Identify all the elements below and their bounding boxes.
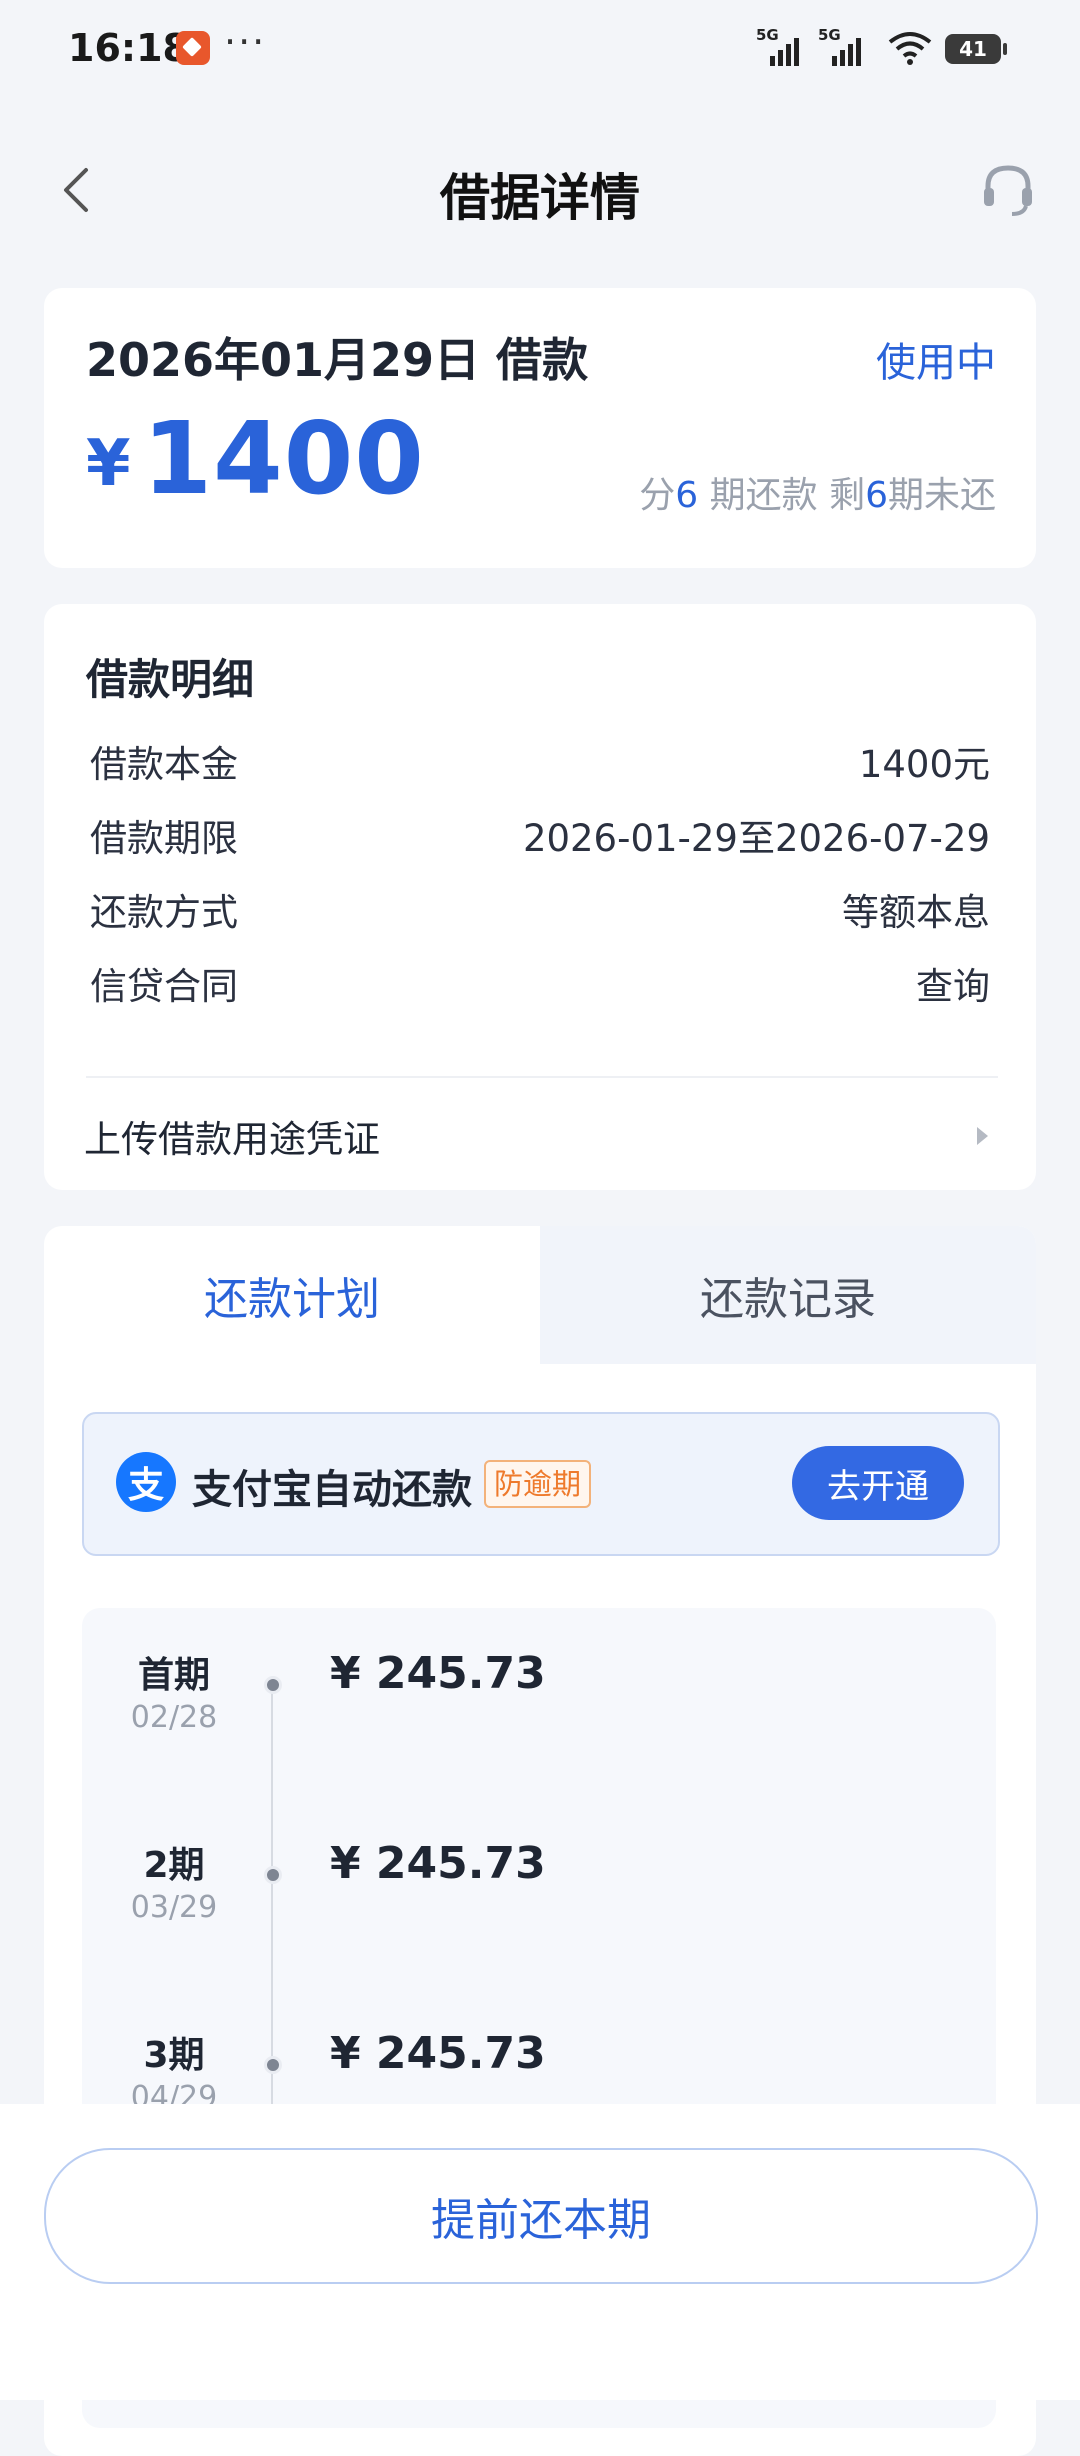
tab-repayment-record[interactable]: 还款记录 bbox=[540, 1226, 1036, 1364]
page-title: 借据详情 bbox=[440, 169, 640, 227]
schedule-period-label: 首期 bbox=[137, 1655, 210, 1696]
contract-query-link[interactable]: 查询 bbox=[916, 956, 990, 1010]
prepay-current-period-button[interactable]: 提前还本期 bbox=[44, 2148, 1038, 2284]
upload-proof-label: 上传借款用途凭证 bbox=[84, 1118, 380, 1161]
tab-repayment-plan[interactable]: 还款计划 bbox=[44, 1226, 540, 1364]
installment-total: 6 bbox=[675, 475, 699, 516]
detail-row-principal: 借款本金 1400元 bbox=[90, 743, 990, 786]
upload-proof-row[interactable]: 上传借款用途凭证 bbox=[84, 1108, 996, 1164]
timeline-dot bbox=[264, 2056, 282, 2074]
currency-symbol: ¥ bbox=[86, 427, 131, 501]
detail-section-title: 借款明细 bbox=[86, 655, 255, 704]
anti-overdue-tag: 防逾期 bbox=[484, 1460, 592, 1508]
loan-amount: ¥1400 bbox=[86, 400, 425, 517]
alipay-icon: 支 bbox=[116, 1452, 176, 1512]
schedule-date: 03/29 bbox=[130, 1890, 218, 1925]
amount-value: 1400 bbox=[142, 400, 425, 517]
schedule-period-label: 2期 bbox=[143, 1845, 205, 1886]
detail-row-term: 借款期限 2026-01-29至2026-07-29 bbox=[90, 817, 990, 860]
detail-row-contract: 信贷合同 查询 bbox=[90, 958, 990, 1008]
alipay-autopay-label: 支付宝自动还款 bbox=[192, 1467, 472, 1513]
schedule-date: 02/28 bbox=[130, 1700, 218, 1735]
headset-icon bbox=[984, 165, 1032, 216]
enable-autopay-button[interactable]: 去开通 bbox=[792, 1446, 964, 1520]
divider bbox=[86, 1076, 998, 1078]
battery-icon: 41 bbox=[945, 34, 1007, 64]
installment-info: 分6 期还款 剩6期未还 bbox=[639, 475, 996, 516]
chevron-right-icon bbox=[977, 1127, 988, 1145]
timeline-dot bbox=[264, 1866, 282, 1884]
detail-row-method: 还款方式 等额本息 bbox=[90, 891, 990, 934]
wifi-icon bbox=[888, 30, 932, 66]
app-notification-icon bbox=[176, 31, 210, 65]
schedule-period-label: 3期 bbox=[143, 2035, 205, 2076]
timeline-dot bbox=[264, 1676, 282, 1694]
loan-date-label: 2026年01月29日 借款 bbox=[86, 333, 589, 387]
schedule-amount: ¥ 245.73 bbox=[330, 2028, 546, 2079]
signal-icon-2: 5G bbox=[818, 26, 866, 66]
status-time: 16:18 bbox=[68, 26, 189, 70]
customer-service-button[interactable] bbox=[976, 158, 1040, 222]
installment-remaining: 6 bbox=[865, 475, 888, 516]
loan-status-badge: 使用中 bbox=[876, 340, 996, 386]
signal-icon: 5G bbox=[756, 26, 804, 66]
more-notifications-icon: ··· bbox=[224, 20, 267, 64]
schedule-amount: ¥ 245.73 bbox=[330, 1648, 546, 1699]
schedule-amount: ¥ 245.73 bbox=[330, 1838, 546, 1889]
